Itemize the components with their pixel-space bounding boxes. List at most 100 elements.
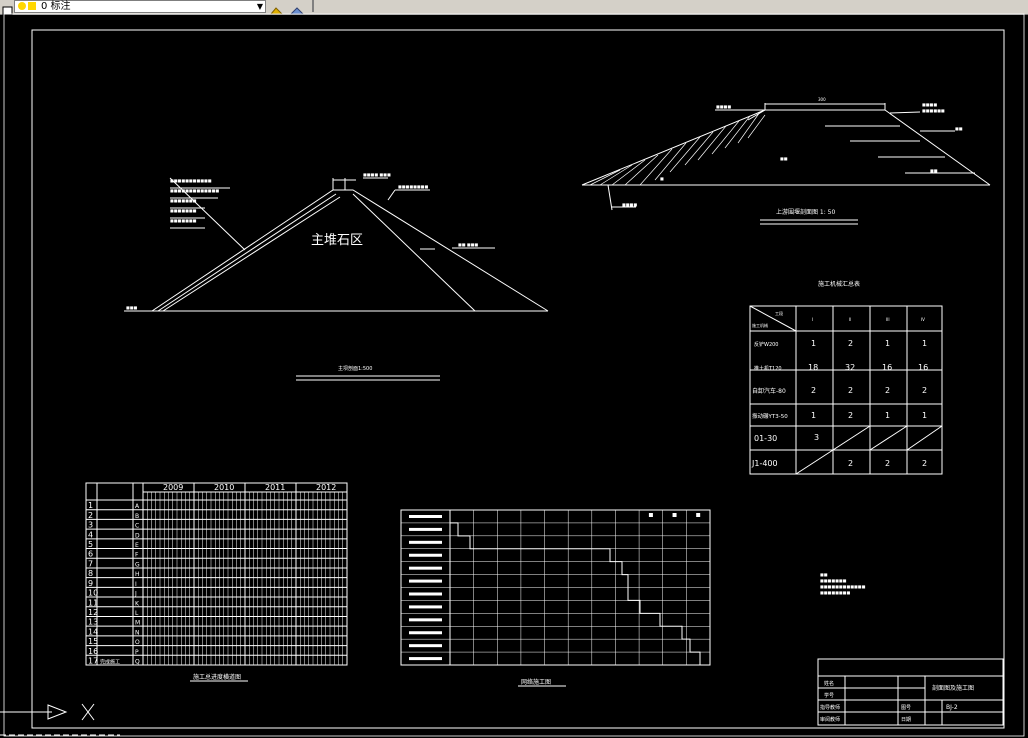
network-col-marker: [483, 513, 487, 517]
machine-value: 1: [811, 339, 816, 348]
schedule-year: 2011: [265, 483, 285, 492]
schedule-caption: 施工总进度横道图: [193, 673, 241, 681]
network-task-label: [409, 515, 442, 518]
cofferdam-annotations: ■■■■ 300 ■■■■ ■■■■■■ ■■ ■■ ■■ ■ ■■■■: [622, 97, 963, 207]
schedule-row-code: F: [135, 552, 139, 559]
drawing-number: BJ-2: [946, 704, 958, 711]
machine-value: 1: [922, 411, 927, 420]
machine-table-text: 工段 施工机械 I II III IV: [752, 310, 925, 328]
network-task-label: [409, 657, 442, 661]
cofferdam-caption: 上游围堰剖面图 1: 50: [776, 208, 835, 216]
machine-value: 2: [848, 386, 853, 395]
network-task-label: [409, 553, 442, 557]
field-student-id: 学号: [824, 692, 834, 699]
note-line-2: ■■■■■■■: [820, 578, 847, 583]
cofferdam-note-5: ■■: [930, 168, 938, 173]
cofferdam-hatch: [589, 111, 766, 186]
network-col-marker: [672, 513, 677, 517]
schedule-year: 2009: [163, 483, 183, 492]
network-col-marker: [531, 513, 535, 517]
cofferdam-base-elev: ■■■■: [622, 202, 637, 207]
base-elevation: ■■■: [126, 305, 138, 310]
title-block: [817, 658, 1004, 726]
schedule-row-number: 8: [88, 569, 93, 578]
machine-name-4: 01-30: [754, 434, 777, 443]
schedule-row-number: 14: [88, 627, 98, 636]
network-task-label: [409, 592, 442, 596]
dam-note-4: ■■■■■■■: [170, 208, 197, 213]
schedule-row-number: 6: [88, 550, 93, 559]
schedule-last-label: 完成施工: [100, 659, 120, 666]
machine-value: 32: [845, 363, 855, 372]
crest-elevation: ■■■■ ■■■: [363, 172, 391, 177]
title-block-text: 姓名 学号 指导教师 审阅教师 图号 日期 剖面图及施工图 BJ-2: [820, 680, 974, 723]
field-reviewer: 审阅教师: [820, 716, 840, 723]
drawing-canvas[interactable]: ■■■■■■■■■■■ ■■■■■■■■■■■■■ ■■■■■■■ ■■■■■■…: [0, 0, 1028, 738]
machine-value: 1: [885, 339, 890, 348]
network-task-label: [409, 566, 442, 570]
table-corner-bottom: 施工机械: [752, 322, 768, 328]
cofferdam-crest-width: 300: [818, 97, 826, 102]
schedule-row-code: P: [135, 649, 139, 656]
note-line-1: ■■: [820, 572, 828, 577]
machine-name-1: 推土机T120: [754, 365, 782, 372]
schedule-frame: [85, 482, 348, 666]
network-task-label: [409, 527, 442, 531]
schedule-row-number: 5: [88, 540, 93, 549]
machine-value: 1: [885, 411, 890, 420]
network-task-label: [409, 579, 442, 583]
schedule-row-code: M: [135, 620, 140, 627]
note-line-3: ■■■■■■■■■■■■: [820, 584, 866, 589]
schedule-row-number: 10: [88, 589, 98, 598]
drawing-frame: [31, 29, 1005, 729]
schedule-year: 2010: [214, 483, 234, 492]
schedule-row-code: L: [135, 610, 139, 617]
schedule-row-number: 16: [88, 647, 98, 656]
machine-table-title: 施工机械汇总表: [818, 280, 860, 288]
schedule-row-number: 3: [88, 521, 93, 530]
cofferdam-note-4: ■■: [780, 156, 788, 161]
cofferdam-note-3: ■■: [955, 126, 963, 131]
schedule-row-number: 9: [88, 579, 93, 588]
network-col-marker: [696, 513, 701, 517]
schedule-row-number: 12: [88, 608, 98, 617]
machine-value: 2: [885, 459, 890, 468]
machine-name-2: 自卸汽车-80: [752, 387, 786, 395]
dam-annotations: ■■■■■■■■■■■ ■■■■■■■■■■■■■ ■■■■■■■ ■■■■■■…: [126, 172, 478, 310]
schedule-row-number: 17: [88, 657, 98, 666]
machine-name-5: J1-400: [751, 459, 778, 468]
schedule-row-code: K: [135, 600, 140, 607]
machine-value: 16: [918, 363, 928, 372]
table-header-3: III: [886, 317, 890, 322]
schedule-row-code: Q: [135, 659, 140, 666]
cofferdam-elevation: ■■■■: [716, 104, 731, 109]
schedule-row-number: 15: [88, 637, 98, 646]
note-line-4: ■■■■■■■■: [820, 590, 850, 595]
dam-note-1: ■■■■■■■■■■■: [170, 178, 212, 183]
machine-value: 3: [814, 433, 819, 442]
dam-caption: 主坝剖面1:500: [338, 365, 372, 372]
table-corner-top: 工段: [775, 310, 783, 316]
paper-border: [3, 13, 1025, 737]
network-task-label: [409, 644, 442, 648]
network-task-label: [409, 631, 442, 635]
downstream-slope-note: ■■■■■■■■: [398, 184, 428, 189]
cofferdam-note-2: ■■■■■■: [922, 108, 945, 113]
schedule-row-code: G: [135, 561, 140, 568]
schedule-row-number: 11: [88, 598, 98, 607]
network-caption: 网络施工图: [521, 678, 551, 686]
design-notes: ■■ ■■■■■■■ ■■■■■■■■■■■■ ■■■■■■■■: [820, 572, 866, 595]
schedule-row-number: 4: [88, 530, 93, 539]
schedule-chart: [85, 482, 348, 666]
schedule-row-code: O: [135, 639, 140, 646]
table-header-1: I: [812, 317, 813, 322]
machine-value: 2: [848, 459, 853, 468]
field-name: 姓名: [824, 680, 834, 687]
network-col-marker: [648, 513, 653, 517]
cofferdam-section: [581, 103, 991, 225]
schedule-row-number: 13: [88, 618, 98, 627]
machine-value: 18: [808, 363, 818, 372]
field-date: 日期: [901, 717, 911, 723]
dam-note-5: ■■■■■■■: [170, 218, 197, 223]
network-col-marker: [578, 513, 582, 517]
